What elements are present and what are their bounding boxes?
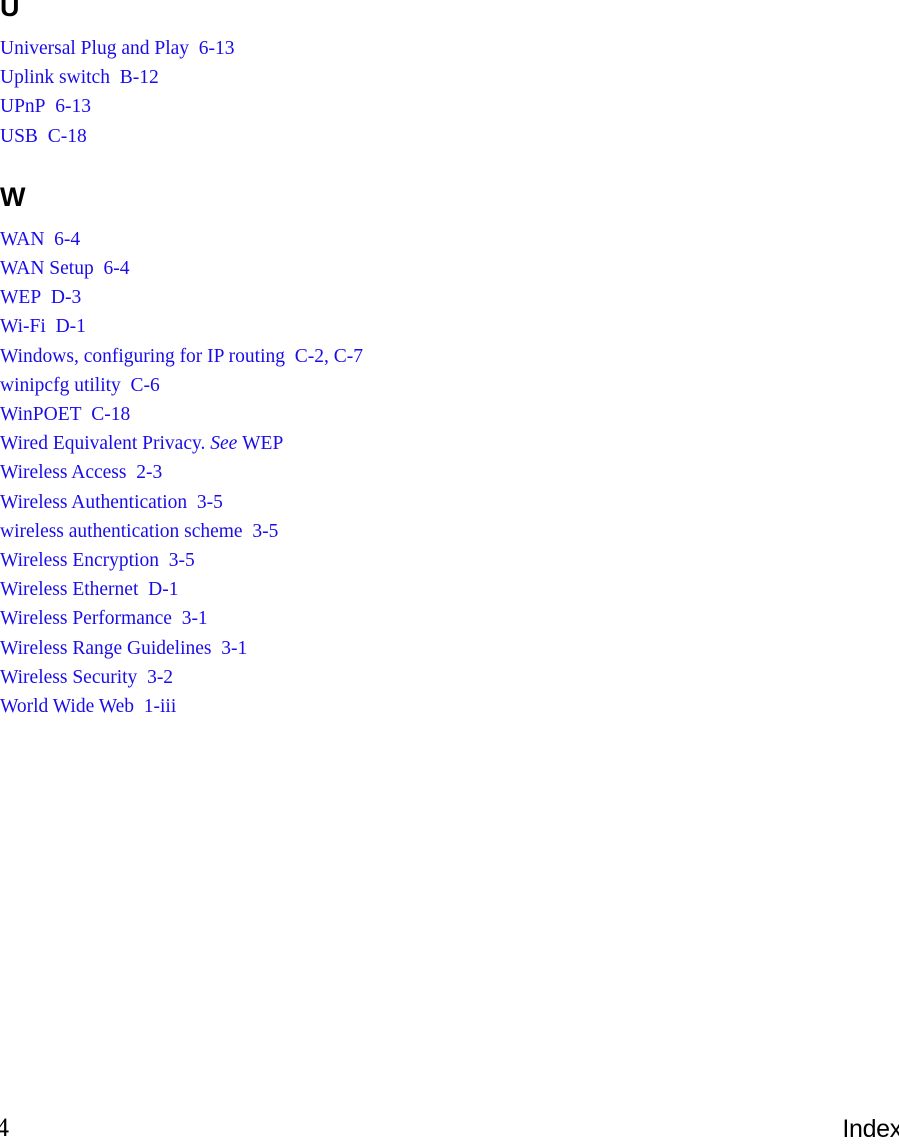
index-entry-locator[interactable]: D-3 (51, 287, 81, 308)
index-entry[interactable]: Wireless Range Guidelines 3-1 (0, 634, 899, 663)
index-entry[interactable]: Wireless Access 2-3 (0, 458, 899, 487)
index-entry-locator[interactable]: B-12 (120, 67, 159, 88)
index-entry-locator[interactable]: 2-3 (136, 462, 162, 483)
index-entry[interactable]: winipcfg utility C-6 (0, 371, 899, 400)
index-entry[interactable]: Uplink switch B-12 (0, 63, 899, 92)
index-entry-term: World Wide Web (0, 696, 134, 718)
section-heading-w: W (0, 181, 25, 212)
index-entry-term: UPnP (0, 96, 46, 118)
index-entry-term: Wireless Authentication (0, 491, 188, 513)
index-entry-locator[interactable]: 3-5 (252, 521, 278, 542)
index-entry-term: Wireless Encryption (0, 550, 159, 572)
index-entry-locator[interactable]: C-2, C-7 (295, 346, 363, 367)
index-entry-term: Wireless Performance (0, 608, 172, 630)
index-entry-see-label: See (210, 433, 238, 455)
index-entry-term: Wired Equivalent Privacy. (0, 433, 206, 455)
index-entries: Universal Plug and Play 6-13 Uplink switc… (0, 34, 899, 151)
index-entry-locator[interactable]: 3-2 (147, 667, 173, 688)
index-entry[interactable]: Wireless Security 3-2 (0, 663, 899, 692)
index-entry[interactable]: Windows, configuring for IP routing C-2,… (0, 342, 899, 371)
index-entry-term: Wireless Security (0, 666, 138, 688)
index-entry[interactable]: UPnP 6-13 (0, 92, 899, 121)
index-entry-locator[interactable]: 6-13 (55, 96, 91, 117)
index-entry-term: WEP (0, 287, 42, 309)
index-entry[interactable]: Wired Equivalent Privacy. See WEP (0, 429, 899, 458)
index-section-w: W WAN 6-4 WAN Setup 6-4 WEP D-3 Wi-Fi D-1 Win… (0, 181, 899, 721)
index-entry-locator[interactable]: 3-1 (221, 638, 247, 659)
index-entry-locator[interactable]: 3-5 (169, 550, 195, 571)
index-entry-locator[interactable]: 6-4 (103, 258, 129, 279)
index-entry[interactable]: World Wide Web 1-iii (0, 692, 899, 721)
footer-page-number: 4 (0, 1113, 9, 1142)
index-entry-locator[interactable]: 1-iii (144, 696, 177, 717)
index-entry-term: Wi-Fi (0, 316, 46, 338)
index-entry-locator[interactable]: 3-5 (197, 492, 223, 513)
index-entry-term: USB (0, 125, 38, 147)
footer-section-label: Index (842, 1115, 899, 1143)
section-heading-u: U (0, 0, 20, 22)
index-entry[interactable]: Wireless Performance 3-1 (0, 604, 899, 633)
index-entry-list: U Universal Plug and Play 6-13 Uplink swit… (0, 0, 899, 721)
index-entry-locator[interactable]: 6-13 (199, 38, 235, 59)
index-entry-term: Wireless Access (0, 462, 127, 484)
page-footer: 4 Index (0, 1113, 899, 1148)
index-entry[interactable]: Wireless Ethernet D-1 (0, 575, 899, 604)
index-entry-locator[interactable]: 6-4 (54, 229, 80, 250)
index-entry[interactable]: Wireless Authentication 3-5 (0, 488, 899, 517)
index-entry-term: wireless authentication scheme (0, 520, 243, 542)
index-entry-locator[interactable]: C-18 (48, 126, 87, 147)
index-entry[interactable]: WEP D-3 (0, 283, 899, 312)
index-entry-term: WinPOET (0, 404, 82, 426)
index-entry-term: Universal Plug and Play (0, 38, 190, 59)
index-entry[interactable]: WAN 6-4 (0, 225, 899, 254)
index-entry-locator[interactable]: C-6 (131, 375, 160, 396)
index-entry-locator[interactable]: 3-1 (182, 608, 208, 629)
index-page: U Universal Plug and Play 6-13 Uplink swit… (0, 0, 899, 1148)
index-entry-term: winipcfg utility (0, 374, 121, 396)
index-entry-locator[interactable]: D-1 (56, 316, 86, 337)
index-entry-term: Wireless Range Guidelines (0, 637, 212, 659)
index-entries: WAN 6-4 WAN Setup 6-4 WEP D-3 Wi-Fi D-1 Wind… (0, 225, 899, 721)
index-entry-see-target[interactable]: WEP (242, 433, 283, 454)
index-entry[interactable]: wireless authentication scheme 3-5 (0, 517, 899, 546)
index-entry-term: Uplink switch (0, 67, 110, 89)
index-entry-locator[interactable]: D-1 (148, 579, 178, 600)
index-entry[interactable]: WAN Setup 6-4 (0, 254, 899, 283)
index-entry-locator[interactable]: C-18 (91, 404, 130, 425)
index-section-u: U Universal Plug and Play 6-13 Uplink swit… (0, 0, 899, 151)
index-entry-term: WAN (0, 228, 45, 250)
index-entry[interactable]: USB C-18 (0, 122, 899, 151)
index-entry[interactable]: Universal Plug and Play 6-13 (0, 34, 899, 63)
index-entry[interactable]: Wireless Encryption 3-5 (0, 546, 899, 575)
index-entry[interactable]: WinPOET C-18 (0, 400, 899, 429)
index-entry[interactable]: Wi-Fi D-1 (0, 312, 899, 341)
index-entry-term: Windows, configuring for IP routing (0, 345, 285, 367)
index-entry-term: WAN Setup (0, 258, 94, 280)
index-entry-term: Wireless Ethernet (0, 579, 139, 601)
